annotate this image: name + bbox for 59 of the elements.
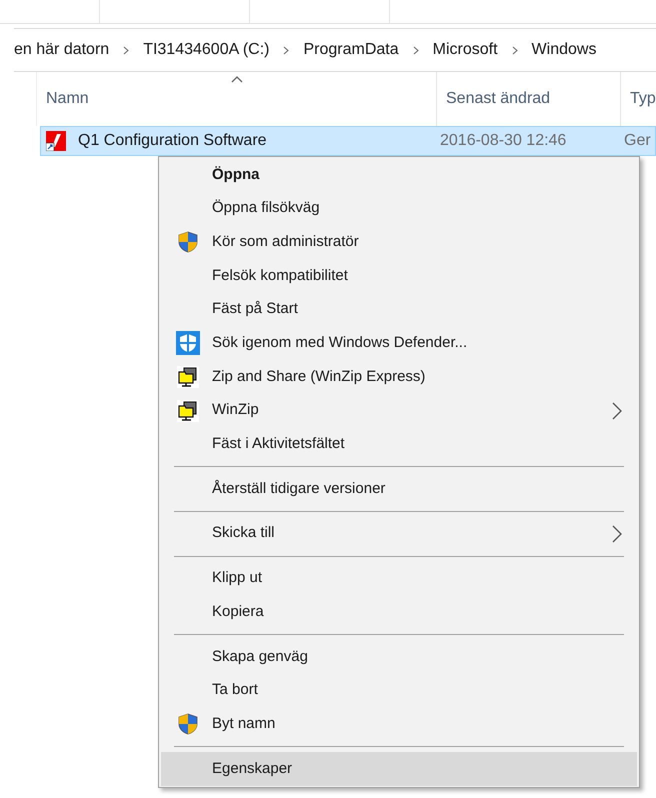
menu-item[interactable]: Fäst på Start <box>161 292 637 326</box>
menu-item[interactable]: Egenskaper <box>161 752 637 786</box>
folder-computer-icon <box>177 366 199 388</box>
menu-item[interactable]: Återställ tidigare versioner <box>161 472 637 506</box>
breadcrumb-item[interactable]: ProgramData <box>303 38 399 62</box>
menu-item-label: Ta bort <box>212 680 259 700</box>
menu-item-label: Zip and Share (WinZip Express) <box>212 366 426 387</box>
chevron-right-icon <box>283 46 290 54</box>
menu-item-label: Klipp ut <box>212 568 264 588</box>
menu-item-label: Kör som administratör <box>212 232 360 252</box>
menu-item-label: Skicka till <box>212 523 276 544</box>
menu-item-label: Felsök kompatibilitet <box>212 266 349 286</box>
menu-item[interactable]: Kör som administratör <box>161 225 637 260</box>
menu-item[interactable]: Byt namn <box>161 707 637 741</box>
menu-item-label: Egenskaper <box>212 758 294 779</box>
menu-item[interactable]: Skicka till <box>161 516 637 551</box>
chevron-right-icon <box>412 46 419 54</box>
sort-caret-icon <box>230 76 242 83</box>
menu-item[interactable]: Kopiera <box>161 595 637 629</box>
file-row[interactable]: Q1 Configuration Software 2016-08-30 12:46 Ger <box>40 126 656 156</box>
file-type: Ger <box>624 131 651 151</box>
menu-item[interactable]: Sök igenom med Windows Defender... <box>161 326 637 360</box>
chevron-right-icon <box>612 524 622 543</box>
chevron-right-icon <box>123 46 130 54</box>
menu-item-label: Fäst på Start <box>212 299 299 320</box>
app-shortcut-icon <box>46 131 66 151</box>
folder-computer-icon <box>177 400 199 422</box>
menu-item-label: Kopiera <box>212 602 265 622</box>
menu-item-label: Byt namn <box>212 714 276 734</box>
menu-item-label: Fäst i Aktivitetsfältet <box>212 434 346 454</box>
breadcrumb-item[interactable]: en här datorn <box>14 38 110 62</box>
breadcrumb-item[interactable]: TI31434600A (C:) <box>143 38 270 62</box>
menu-item[interactable]: Öppna filsökväg <box>161 192 637 226</box>
file-name: Q1 Configuration Software <box>78 131 268 151</box>
shield-icon <box>176 331 200 356</box>
menu-item[interactable]: Ta bort <box>161 674 637 708</box>
chevron-right-icon <box>612 402 622 420</box>
chevron-right-icon <box>512 46 518 54</box>
menu-item[interactable]: Zip and Share (WinZip Express) <box>161 360 637 394</box>
breadcrumb-item[interactable]: Windows <box>532 38 596 62</box>
menu-item[interactable]: WinZip <box>161 394 637 428</box>
menu-item[interactable]: Fäst i Aktivitetsfältet <box>161 428 637 462</box>
file-date: 2016-08-30 12:46 <box>440 131 568 151</box>
menu-item-label: WinZip <box>212 400 260 420</box>
menu-item[interactable]: Felsök kompatibilitet <box>161 259 637 293</box>
menu-item-label: Öppna <box>212 164 260 185</box>
menu-item[interactable]: Skapa genväg <box>161 640 637 674</box>
menu-item-label: Skapa genväg <box>212 646 309 667</box>
menu-item[interactable]: Öppna <box>161 158 637 192</box>
column-header[interactable]: Namn <box>46 87 89 111</box>
menu-item-label: Återställ tidigare versioner <box>212 478 386 499</box>
menu-item-label: Sök igenom med Windows Defender... <box>212 333 468 354</box>
shield-icon <box>178 713 198 736</box>
column-header[interactable]: Senast ändrad <box>446 87 550 111</box>
breadcrumb-item[interactable]: Microsoft <box>432 38 498 62</box>
shield-icon <box>178 231 198 254</box>
menu-item-label: Öppna filsökväg <box>212 198 321 218</box>
menu-item[interactable]: Klipp ut <box>161 562 637 596</box>
column-header[interactable]: Typ <box>630 87 656 111</box>
